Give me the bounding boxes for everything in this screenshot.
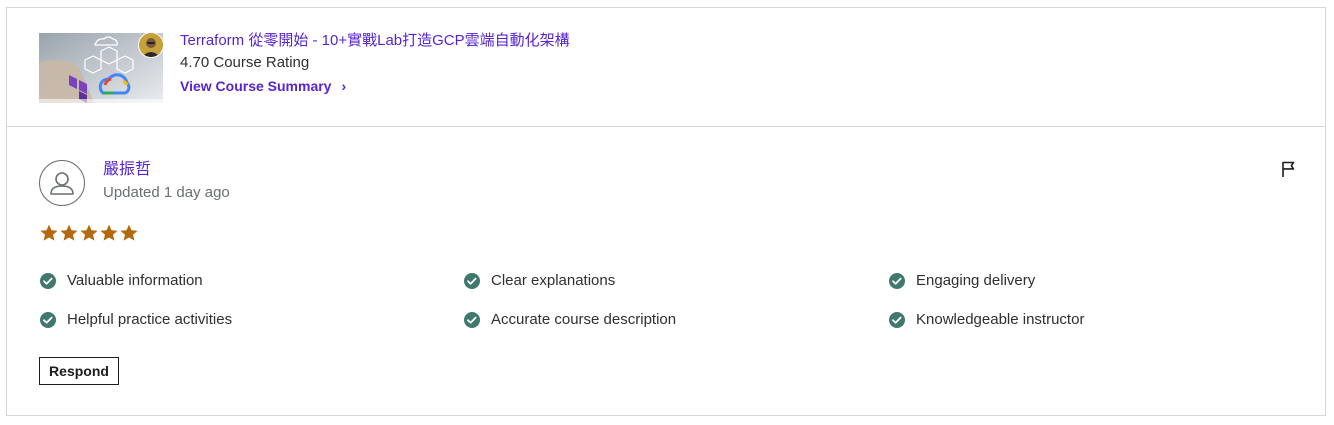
review-tags: Valuable information Clear explanations En… bbox=[39, 271, 1319, 351]
reviewer-name[interactable]: 嚴振哲 bbox=[103, 159, 151, 181]
check-circle-icon bbox=[463, 311, 481, 329]
check-circle-icon bbox=[888, 311, 906, 329]
review-card: Terraform 從零開始 - 10+實戰Lab打造GCP雲端自動化架構 4.… bbox=[6, 7, 1326, 416]
course-title[interactable]: Terraform 從零開始 - 10+實戰Lab打造GCP雲端自動化架構 bbox=[180, 31, 570, 51]
check-circle-icon bbox=[39, 311, 57, 329]
respond-button[interactable]: Respond bbox=[39, 357, 119, 385]
user-icon bbox=[39, 160, 85, 206]
review-tag-label: Engaging delivery bbox=[916, 272, 1036, 289]
review-tag-label: Accurate course description bbox=[491, 311, 677, 328]
star-icon bbox=[99, 223, 119, 243]
chevron-right-icon: › bbox=[341, 78, 347, 94]
instructor-avatar bbox=[138, 32, 164, 58]
review-updated-time: Updated 1 day ago bbox=[103, 184, 230, 201]
review-tag-label: Helpful practice activities bbox=[67, 311, 233, 328]
check-circle-icon bbox=[888, 272, 906, 290]
review-tag-label: Knowledgeable instructor bbox=[916, 311, 1085, 328]
star-icon bbox=[79, 223, 99, 243]
course-rating: 4.70 Course Rating bbox=[180, 54, 310, 71]
review-section: 嚴振哲 Updated 1 day ago Valuable informati… bbox=[7, 127, 1325, 417]
view-course-summary-link[interactable]: View Course Summary › bbox=[180, 76, 346, 96]
check-circle-icon bbox=[463, 272, 481, 290]
summary-link-label: View Course Summary bbox=[180, 78, 332, 94]
flag-icon[interactable] bbox=[1279, 159, 1299, 179]
star-icon bbox=[119, 223, 139, 243]
course-header: Terraform 從零開始 - 10+實戰Lab打造GCP雲端自動化架構 4.… bbox=[7, 8, 1325, 127]
star-icon bbox=[59, 223, 79, 243]
star-icon bbox=[39, 223, 59, 243]
review-tag-label: Clear explanations bbox=[491, 272, 616, 289]
review-tag-label: Valuable information bbox=[67, 272, 203, 289]
check-circle-icon bbox=[39, 272, 57, 290]
star-rating bbox=[39, 223, 139, 243]
